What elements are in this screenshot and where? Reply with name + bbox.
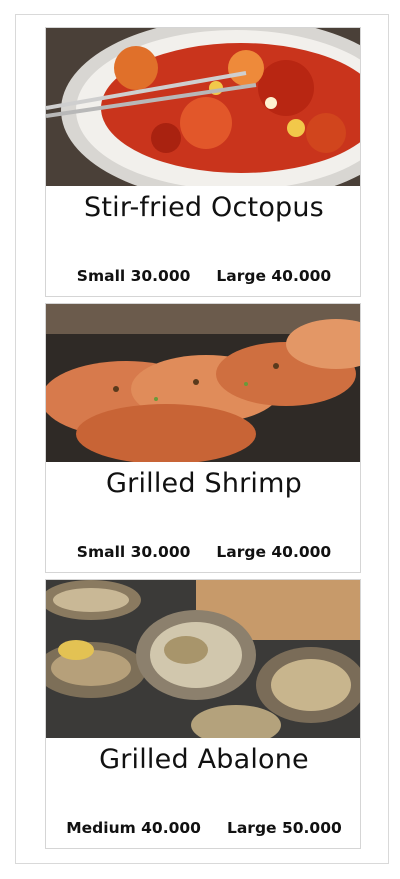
menu-item-card[interactable]: Grilled Abalone Medium 40.000 Large 50.0…	[45, 579, 361, 849]
octopus-dish-photo	[46, 28, 360, 186]
price-row: Medium 40.000 Large 50.000	[46, 819, 360, 837]
price-row: Small 30.000 Large 40.000	[46, 543, 360, 561]
price-row: Small 30.000 Large 40.000	[46, 267, 360, 285]
menu-item-card[interactable]: Stir-fried Octopus Small 30.000 Large 40…	[45, 27, 361, 297]
price-large: Large 40.000	[216, 267, 332, 285]
price-small: Small 30.000	[76, 543, 191, 561]
abalone-dish-photo	[46, 580, 360, 738]
price-small: Small 30.000	[76, 267, 191, 285]
menu-item-card[interactable]: Grilled Shrimp Small 30.000 Large 40.000	[45, 303, 361, 573]
price-medium: Medium 40.000	[66, 819, 201, 837]
price-large: Large 40.000	[216, 543, 332, 561]
price-large: Large 50.000	[226, 819, 342, 837]
menu-item-title: Grilled Shrimp	[106, 468, 302, 499]
menu-item-title: Grilled Abalone	[99, 744, 309, 775]
shrimp-dish-photo	[46, 304, 360, 462]
menu-item-title: Stir-fried Octopus	[84, 192, 324, 223]
